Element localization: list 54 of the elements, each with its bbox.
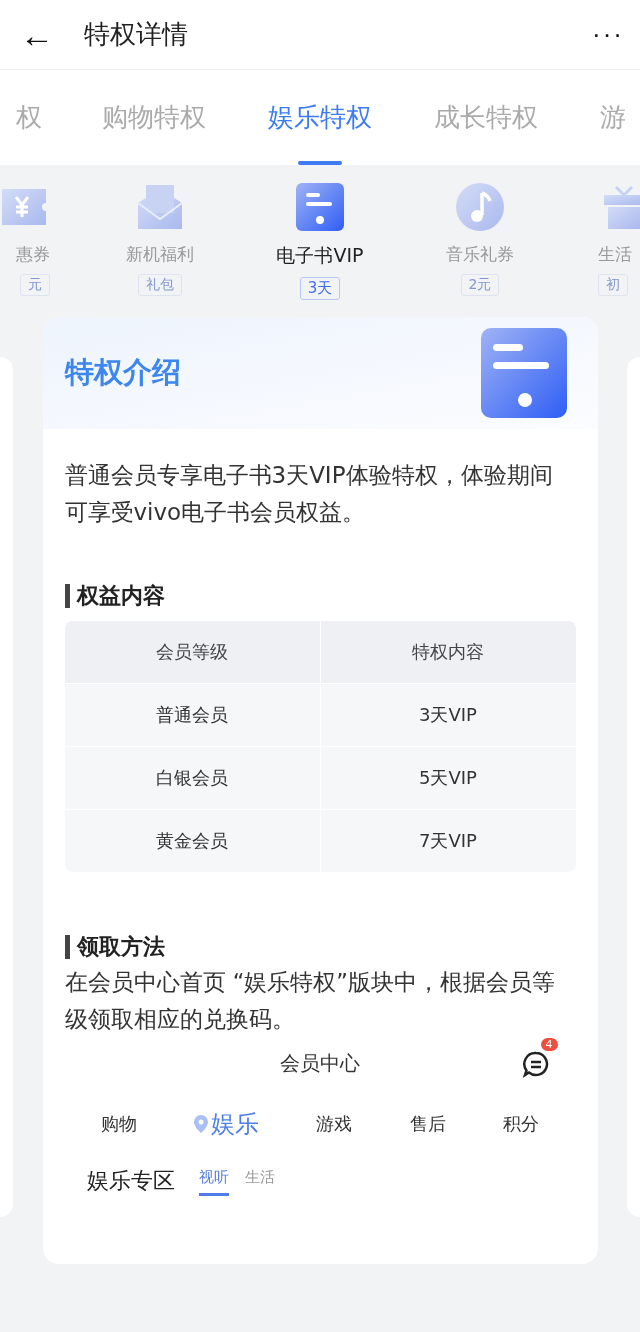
perk-item[interactable]: 音乐礼券 2元 (400, 181, 560, 296)
tab-indicator (298, 161, 342, 165)
message-icon (521, 1050, 550, 1078)
more-button[interactable]: ··· (592, 19, 624, 50)
tab[interactable]: 游 (569, 70, 640, 165)
table-cell: 3天VIP (320, 684, 576, 746)
table-cell: 黄金会员 (64, 810, 320, 872)
table-header-cell: 会员等级 (64, 621, 320, 683)
card-title: 特权介绍 (64, 354, 181, 391)
perk-label: 惠券 (16, 243, 50, 266)
preview-tab[interactable]: 售后 (409, 1112, 446, 1136)
perk-label: 生活 (598, 243, 632, 266)
perk-item[interactable]: 新机福利 礼包 (80, 181, 240, 296)
section-heading: 领取方法 (76, 933, 165, 961)
table-cell: 5天VIP (320, 747, 576, 809)
table-header-cell: 特权内容 (320, 621, 576, 683)
document-icon (294, 181, 346, 233)
tab[interactable]: 成长特权 (403, 70, 569, 165)
perk-label: 音乐礼券 (446, 243, 514, 266)
tab[interactable]: 娱乐特权 (237, 70, 403, 165)
preview-subtab[interactable]: 视听 (198, 1168, 229, 1196)
preview-tab[interactable]: 娱乐 (194, 1108, 260, 1140)
music-note-icon (454, 181, 506, 233)
perk-item[interactable]: 惠券 元 (0, 181, 80, 296)
method-text: 在会员中心首页 “娱乐特权”版块中，根据会员等级领取相应的兑换码。 (64, 968, 556, 1034)
preview-title: 会员中心 (280, 1049, 360, 1077)
perk-tag: 3天 (299, 277, 341, 300)
preview-tab[interactable]: 购物 (101, 1112, 138, 1136)
document-icon (480, 328, 567, 418)
perk-item[interactable]: 电子书VIP 3天 (240, 181, 400, 300)
preview-section-title: 娱乐专区 (86, 1167, 175, 1195)
perk-label: 电子书VIP (276, 243, 364, 268)
heading-bar (64, 935, 70, 959)
table-cell: 7天VIP (320, 810, 576, 872)
preview-tab[interactable]: 积分 (502, 1112, 539, 1136)
tab[interactable]: 购物特权 (71, 70, 237, 165)
preview-subtab[interactable]: 生活 (244, 1168, 275, 1196)
perk-label: 新机福利 (126, 243, 194, 266)
notification-badge: 4 (540, 1038, 558, 1051)
perk-item[interactable]: 生活 初 (560, 181, 640, 296)
perk-tag: 初 (598, 274, 628, 296)
perk-tag: 元 (20, 274, 50, 296)
perk-tag: 礼包 (138, 274, 182, 296)
section-heading: 权益内容 (76, 582, 165, 610)
perk-tag: 2元 (460, 274, 500, 296)
preview-tab[interactable]: 游戏 (316, 1112, 353, 1136)
table-cell: 白银会员 (64, 747, 320, 809)
heading-bar (64, 584, 70, 608)
page-title: 特权详情 (84, 18, 189, 51)
table-cell: 普通会员 (64, 684, 320, 746)
intro-text: 普通会员专享电子书3天VIP体验特权，体验期间可享受vivo电子书会员权益。 (64, 461, 554, 527)
location-pin-icon (194, 1115, 209, 1133)
tab[interactable]: 权 (0, 70, 71, 165)
back-button[interactable]: ← (20, 17, 66, 52)
